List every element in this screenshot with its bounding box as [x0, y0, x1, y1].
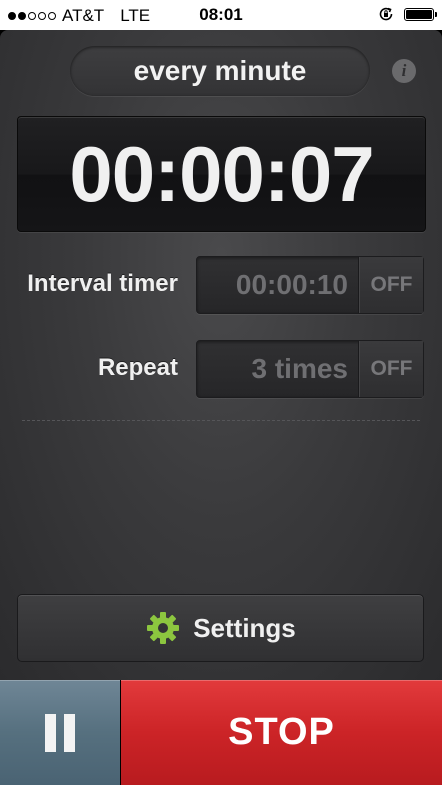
pause-icon: [45, 714, 75, 752]
stop-button[interactable]: STOP: [121, 680, 442, 785]
repeat-label: Repeat: [97, 354, 178, 381]
pause-button[interactable]: [0, 680, 120, 785]
settings-button[interactable]: Settings: [17, 594, 424, 662]
repeat-value[interactable]: 3 times: [197, 341, 359, 397]
interval-timer-field: 00:00:10 OFF: [196, 256, 424, 314]
info-icon[interactable]: i: [392, 59, 416, 83]
settings-label: Settings: [193, 612, 296, 643]
status-bar: AT&T LTE 08:01: [0, 0, 442, 30]
elapsed-time-display: 00:00:07: [17, 116, 426, 232]
repeat-toggle[interactable]: OFF: [359, 341, 423, 397]
rotation-lock-icon: [379, 7, 393, 21]
battery-icon: [404, 7, 437, 21]
status-time: 08:01: [199, 5, 243, 24]
status-right: [378, 6, 437, 22]
gear-icon: [147, 612, 180, 644]
divider: [22, 420, 420, 421]
timer-panel: every minute i 00:00:07 Interval timer 0…: [0, 30, 442, 680]
interval-timer-toggle[interactable]: OFF: [359, 257, 423, 313]
mode-selector[interactable]: every minute: [70, 46, 370, 96]
repeat-field: 3 times OFF: [196, 340, 424, 398]
interval-timer-label: Interval timer: [27, 270, 178, 297]
interval-timer-value[interactable]: 00:00:10: [197, 257, 359, 313]
